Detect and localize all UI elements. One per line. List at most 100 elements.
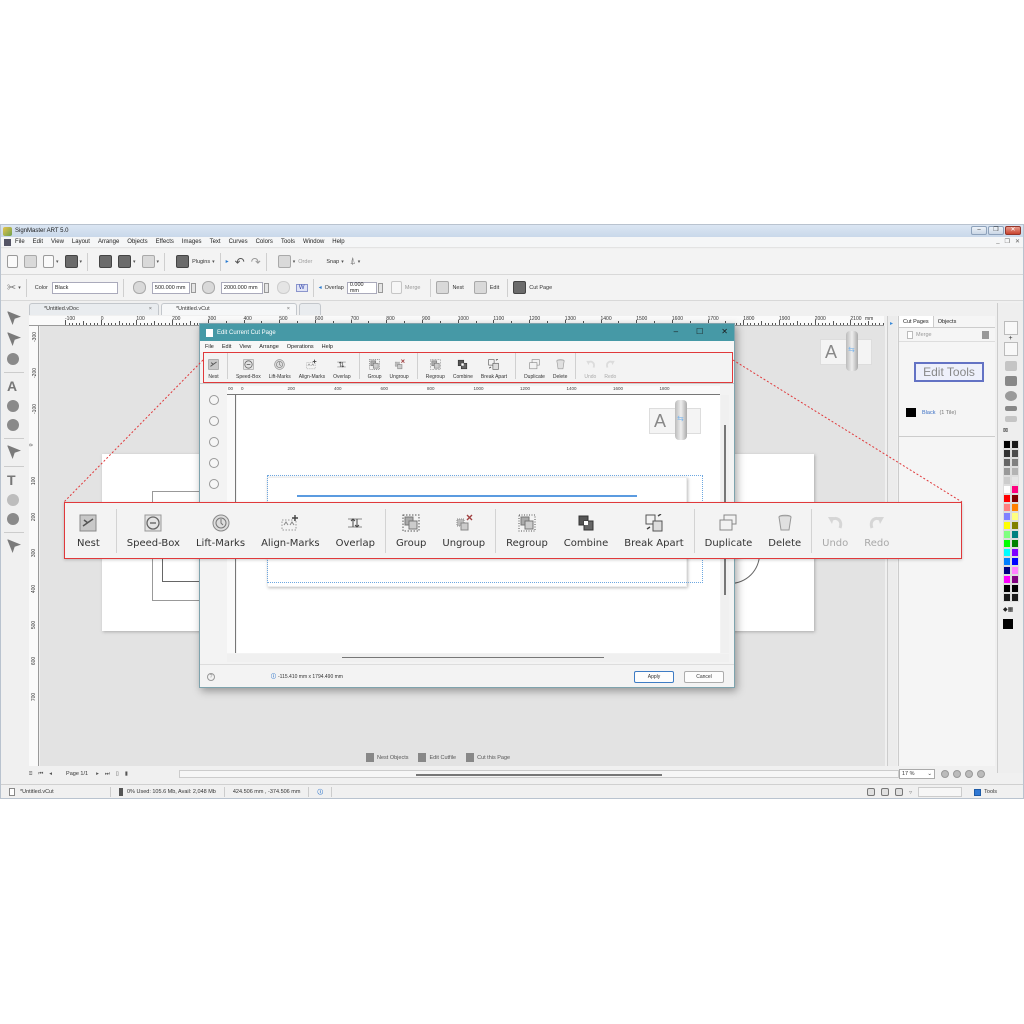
palette-swatch[interactable] <box>1003 521 1011 530</box>
palette-swatch[interactable] <box>1011 494 1019 503</box>
undo-icon[interactable]: ↶ <box>235 255 245 269</box>
palette-swatch[interactable] <box>1011 548 1019 557</box>
next-page-button[interactable]: ▸ <box>96 771 99 777</box>
tile-icon[interactable] <box>276 281 290 294</box>
first-page-button[interactable]: ⏮ <box>38 771 43 778</box>
select-tool-icon[interactable] <box>7 311 21 325</box>
fill-color-box[interactable] <box>1003 321 1018 335</box>
cut-page-button[interactable]: Cut Page <box>529 285 552 291</box>
minimize-button[interactable]: – <box>971 226 987 235</box>
tab-objects[interactable]: Objects <box>934 316 961 327</box>
snap-button[interactable]: Snap <box>326 259 339 265</box>
template-icon[interactable] <box>43 255 54 268</box>
palette-swatch[interactable] <box>1011 503 1019 512</box>
length-field[interactable]: 2000.000 mm <box>220 281 263 294</box>
menu-images[interactable]: Images <box>182 239 202 245</box>
palette-swatch[interactable] <box>1011 476 1019 485</box>
lines-icon[interactable] <box>1004 406 1017 411</box>
weld-icon[interactable] <box>1004 376 1017 386</box>
cut-this-page-button[interactable]: Cut this Page <box>466 753 510 762</box>
palette-swatch[interactable] <box>1011 512 1019 521</box>
tab-cut-pages[interactable]: Cut Pages <box>899 316 934 327</box>
palette-swatch[interactable] <box>1003 467 1011 476</box>
menu-window[interactable]: Window <box>303 239 324 245</box>
dialog-zoom-fit-icon[interactable] <box>209 458 219 468</box>
info-icon[interactable]: ⓘ <box>309 786 332 797</box>
document-menu-icon[interactable] <box>4 238 11 246</box>
shape-tool-icon[interactable] <box>7 400 19 412</box>
save-icon[interactable] <box>64 255 78 268</box>
last-page-button[interactable]: ⏭ <box>105 771 110 778</box>
dialog-menu-help[interactable]: Help <box>322 344 333 350</box>
tools-checkbox[interactable]: Tools <box>974 788 997 796</box>
cancel-button[interactable]: Cancel <box>684 671 724 683</box>
print-icon[interactable] <box>99 255 113 268</box>
pen-tool-icon[interactable] <box>7 445 21 459</box>
palette-swatch[interactable] <box>1003 458 1011 467</box>
palette-swatch[interactable] <box>1011 539 1019 548</box>
palette-swatch[interactable] <box>1003 494 1011 503</box>
dialog-horizontal-scrollbar[interactable] <box>227 654 729 662</box>
length-spinner[interactable] <box>263 282 269 293</box>
open-icon[interactable] <box>24 255 37 268</box>
outline-color-box[interactable] <box>1003 342 1018 356</box>
edit-button[interactable]: Edit <box>490 285 499 291</box>
page-setup-icon[interactable]: ⌸ <box>29 771 32 778</box>
new-document-icon[interactable] <box>7 255 18 268</box>
circle-icon[interactable] <box>1004 391 1017 401</box>
menu-help[interactable]: Help <box>332 239 344 245</box>
dialog-pan-tool-icon[interactable] <box>209 416 219 426</box>
palette-swatch[interactable] <box>1011 566 1019 575</box>
help-icon[interactable]: ? <box>207 672 215 681</box>
menu-view[interactable]: View <box>51 239 64 245</box>
overlap-spinner[interactable] <box>377 282 383 293</box>
palette-swatch[interactable] <box>1003 476 1011 485</box>
menu-colors[interactable]: Colors <box>256 239 273 245</box>
overlap-field[interactable]: 0.000 mm <box>346 281 377 294</box>
palette-swatch[interactable] <box>1003 512 1011 521</box>
menu-arrange[interactable]: Arrange <box>98 239 119 245</box>
menu-objects[interactable]: Objects <box>127 239 147 245</box>
mdi-restore-button[interactable]: ❐ <box>1005 238 1010 245</box>
plugins-button[interactable]: Plugins ▾ <box>176 255 215 268</box>
palette-swatch[interactable] <box>1003 539 1011 548</box>
transform-icon[interactable] <box>1004 361 1017 371</box>
palette-swatch[interactable] <box>1003 503 1011 512</box>
redo-icon[interactable]: ↷ <box>251 255 261 269</box>
status-tool-2-icon[interactable] <box>881 788 890 796</box>
palette-swatch[interactable] <box>1011 575 1019 584</box>
color-field[interactable]: Black <box>51 281 118 294</box>
dialog-menu-file[interactable]: File <box>205 344 214 350</box>
menu-curves[interactable]: Curves <box>229 239 248 245</box>
page-thumbnail[interactable]: Edit Tools <box>914 362 984 382</box>
dialog-select-tool-icon[interactable] <box>209 395 219 405</box>
palette-swatch[interactable] <box>1003 593 1011 602</box>
new-tab-button[interactable] <box>299 303 321 315</box>
dialog-minimize-button[interactable]: – <box>674 327 678 336</box>
palette-swatch[interactable] <box>1011 584 1019 593</box>
palette-swatch[interactable] <box>1011 530 1019 539</box>
menu-effects[interactable]: Effects <box>156 239 174 245</box>
mdi-close-button[interactable]: ✕ <box>1015 238 1020 245</box>
zoom-page-icon[interactable] <box>977 770 985 778</box>
tab-vcut[interactable]: *Untitled.vCut × <box>161 303 297 315</box>
palette-swatch[interactable] <box>1011 440 1019 449</box>
effects-tool-icon[interactable] <box>7 419 19 431</box>
width-spinner[interactable] <box>190 282 196 293</box>
menu-text[interactable]: Text <box>210 239 221 245</box>
nest-button[interactable]: Nest <box>452 285 463 291</box>
menu-layout[interactable]: Layout <box>72 239 90 245</box>
nest-objects-button[interactable]: Nest Objects <box>366 753 408 762</box>
select-order-icon[interactable] <box>277 255 291 268</box>
fill-tool-icon[interactable] <box>7 494 19 506</box>
cut-settings-icon[interactable]: ✂ <box>7 281 16 294</box>
dialog-menu-view[interactable]: View <box>239 344 251 350</box>
merge-button[interactable]: Merge <box>405 285 421 291</box>
dialog-close-button[interactable]: ✕ <box>721 327 728 336</box>
mdi-minimize-button[interactable]: _ <box>996 238 999 245</box>
dialog-menu-arrange[interactable]: Arrange <box>259 344 279 350</box>
palette-swatch[interactable] <box>1011 485 1019 494</box>
status-tool-1-icon[interactable] <box>867 788 876 796</box>
palette-swatch[interactable] <box>1003 566 1011 575</box>
palette-swatch[interactable] <box>1011 449 1019 458</box>
